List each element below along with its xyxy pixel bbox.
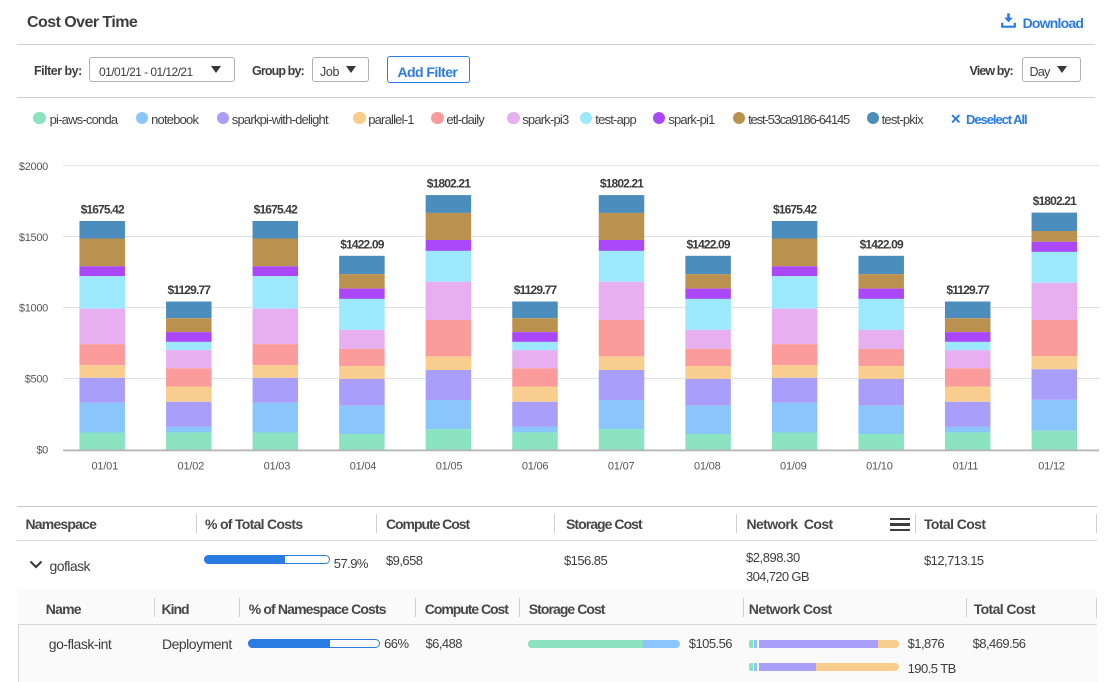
svg-text:$1422.09: $1422.09 — [860, 237, 904, 251]
svg-text:$2000: $2000 — [19, 161, 48, 173]
svg-text:$1675.42: $1675.42 — [254, 203, 298, 217]
svg-text:$1000: $1000 — [19, 303, 48, 315]
svg-text:$1129.77: $1129.77 — [514, 283, 558, 297]
svg-text:01/10: 01/10 — [866, 461, 893, 473]
svg-text:$1675.42: $1675.42 — [773, 203, 817, 217]
svg-text:01/03: 01/03 — [264, 461, 291, 473]
svg-text:$1675.42: $1675.42 — [81, 203, 125, 217]
svg-text:$1802.21: $1802.21 — [600, 177, 644, 191]
svg-text:01/04: 01/04 — [350, 461, 377, 473]
svg-text:01/02: 01/02 — [178, 461, 205, 473]
svg-text:$500: $500 — [25, 374, 48, 386]
svg-text:01/05: 01/05 — [436, 461, 463, 473]
svg-text:$1422.09: $1422.09 — [686, 237, 730, 251]
svg-text:$1500: $1500 — [19, 232, 48, 244]
svg-text:$1129.77: $1129.77 — [168, 283, 212, 297]
svg-text:01/06: 01/06 — [522, 461, 549, 473]
svg-text:$1802.21: $1802.21 — [1033, 194, 1077, 208]
svg-text:01/11: 01/11 — [953, 461, 979, 473]
svg-text:01/01: 01/01 — [91, 461, 118, 473]
svg-text:01/09: 01/09 — [780, 461, 807, 473]
svg-text:$1129.77: $1129.77 — [946, 283, 990, 297]
svg-text:01/08: 01/08 — [694, 461, 721, 473]
svg-text:$1802.21: $1802.21 — [427, 177, 471, 191]
svg-text:01/12: 01/12 — [1038, 461, 1065, 473]
svg-text:01/07: 01/07 — [608, 461, 635, 473]
svg-text:$1422.09: $1422.09 — [340, 237, 384, 251]
svg-text:$0: $0 — [36, 445, 48, 457]
